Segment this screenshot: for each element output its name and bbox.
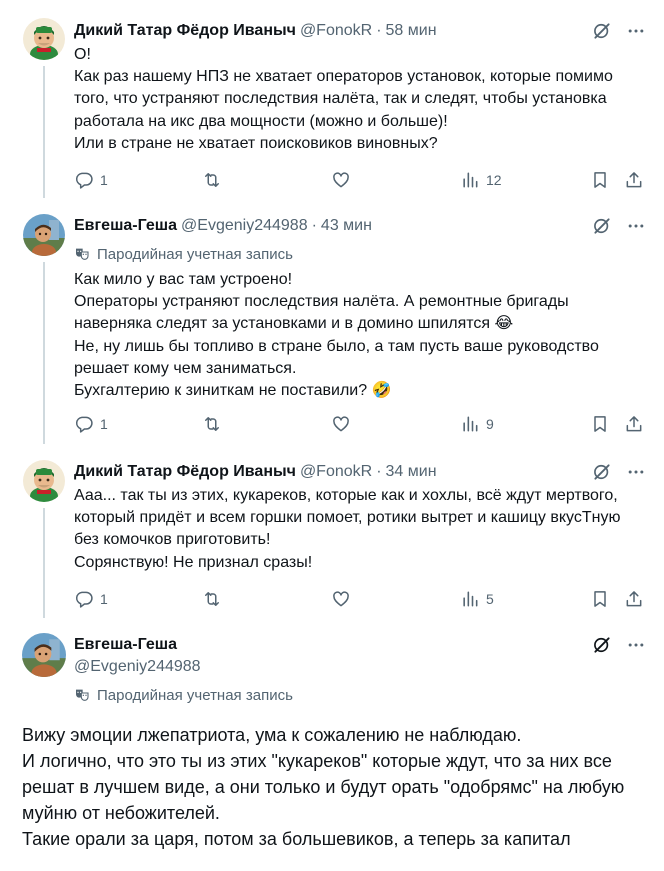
- more-icon[interactable]: [626, 462, 646, 482]
- repost-button[interactable]: [202, 587, 222, 611]
- grok-icon[interactable]: [592, 21, 612, 41]
- view-count: 5: [486, 591, 494, 607]
- post-text: Ааа... так ты из этих, кукареков, которы…: [74, 485, 648, 574]
- post-actions: 1 5: [74, 587, 648, 611]
- like-button[interactable]: [331, 168, 351, 192]
- main-post-header: Евгеша-Геша @Evgeniy244988 Пародийная уч…: [0, 634, 664, 706]
- grok-icon[interactable]: [592, 635, 612, 655]
- author-handle[interactable]: @Evgeniy244988: [74, 658, 201, 676]
- post[interactable]: Евгеша-Геша @Evgeniy244988 · 43 мин Паро…: [0, 215, 664, 402]
- author-handle[interactable]: @FonokR: [300, 22, 372, 40]
- post-time[interactable]: 34 мин: [386, 463, 437, 481]
- post-header: Дикий Татар Фёдор Иваныч @FonokR · 58 ми…: [74, 20, 648, 42]
- post-header: Дикий Татар Фёдор Иваныч @FonokR · 34 ми…: [74, 461, 648, 483]
- post-actions: 1 9: [74, 412, 648, 436]
- reply-button[interactable]: 1: [74, 587, 108, 611]
- parody-badge: Пародийная учетная запись: [74, 243, 648, 265]
- reply-button[interactable]: 1: [74, 412, 108, 436]
- text-line: наверняка следят за установками и в доми…: [74, 315, 514, 333]
- like-button[interactable]: [331, 587, 351, 611]
- more-icon[interactable]: [626, 635, 646, 655]
- parody-badge: Пародийная учетная запись: [74, 684, 648, 706]
- post-time[interactable]: 43 мин: [321, 217, 372, 235]
- author-name[interactable]: Дикий Татар Фёдор Иваныч: [74, 463, 296, 481]
- repost-button[interactable]: [202, 168, 222, 192]
- author-handle[interactable]: @FonokR: [300, 463, 372, 481]
- view-count: 12: [486, 172, 502, 188]
- text-line: Не, ну лишь бы топливо в стране было, а …: [74, 337, 599, 355]
- post-text: Как мило у вас там устроено! Операторы у…: [74, 269, 648, 402]
- author-name[interactable]: Дикий Татар Фёдор Иваныч: [74, 22, 296, 40]
- more-icon[interactable]: [626, 21, 646, 41]
- text-line: И логично, что это ты из этих "кукареков…: [22, 751, 612, 771]
- author-name[interactable]: Евгеша-Геша: [74, 217, 177, 235]
- reply-count: 1: [100, 591, 108, 607]
- reply-button[interactable]: 1: [74, 168, 108, 192]
- text-line: муйню от небожителей.: [22, 803, 220, 823]
- post-actions: 1 12: [74, 168, 648, 192]
- share-button[interactable]: [624, 412, 644, 436]
- parody-label: Пародийная учетная запись: [97, 686, 293, 704]
- post[interactable]: Дикий Татар Фёдор Иваныч @FonokR · 34 ми…: [0, 461, 664, 574]
- bookmark-button[interactable]: [590, 412, 610, 436]
- text-line: Сорянствую! Не признал сразы!: [74, 553, 313, 571]
- text-line: Вижу эмоции лжепатриота, ума к сожалению…: [22, 725, 522, 745]
- separator-dot: ·: [376, 463, 382, 480]
- theater-mask-icon: [74, 687, 90, 703]
- post-text: О! Как раз нашему НПЗ не хватает операто…: [74, 44, 648, 155]
- view-count: 9: [486, 416, 494, 432]
- separator-dot: ·: [311, 217, 317, 234]
- reply-count: 1: [100, 172, 108, 188]
- text-line: Операторы устраняют последствия налёта. …: [74, 293, 569, 311]
- bookmark-button[interactable]: [590, 587, 610, 611]
- text-line: без комочков приготовить!: [74, 531, 271, 549]
- theater-mask-icon: [74, 246, 90, 262]
- handle-row: @Evgeniy244988: [74, 656, 648, 678]
- bookmark-button[interactable]: [590, 168, 610, 192]
- more-icon[interactable]: [626, 216, 646, 236]
- post-header: Евгеша-Геша: [74, 634, 648, 656]
- repost-button[interactable]: [202, 412, 222, 436]
- share-button[interactable]: [624, 587, 644, 611]
- author-name[interactable]: Евгеша-Геша: [74, 636, 177, 654]
- separator-dot: ·: [376, 22, 382, 39]
- like-button[interactable]: [331, 412, 351, 436]
- main-post-text: Вижу эмоции лжепатриота, ума к сожалению…: [22, 722, 648, 852]
- text-line: Как раз нашему НПЗ не хватает операторов…: [74, 68, 613, 86]
- views-button[interactable]: 9: [460, 412, 494, 436]
- views-button[interactable]: 5: [460, 587, 494, 611]
- text-line: работала на икс два мощности (можно и бо…: [74, 112, 448, 130]
- text-line: Такие орали за царя, потом за большевико…: [22, 829, 571, 849]
- text-line: О!: [74, 46, 91, 63]
- post[interactable]: Дикий Татар Фёдор Иваныч @FonokR · 58 ми…: [0, 20, 664, 155]
- reply-count: 1: [100, 416, 108, 432]
- text-line: который придёт и всем горшки помоет, рот…: [74, 509, 621, 527]
- grok-icon[interactable]: [592, 462, 612, 482]
- text-line: решат в лучшем виде, а они только и буду…: [22, 777, 625, 797]
- post-header: Евгеша-Геша @Evgeniy244988 · 43 мин: [74, 215, 648, 237]
- text-line: Ааа... так ты из этих, кукареков, которы…: [74, 487, 618, 504]
- text-line: Бухгалтерию к зиниткам не поставили? 🤣: [74, 382, 392, 400]
- parody-label: Пародийная учетная запись: [97, 245, 293, 263]
- author-handle[interactable]: @Evgeniy244988: [181, 217, 308, 235]
- text-line: того, что устраняют последствия налёта, …: [74, 90, 607, 108]
- text-line: Или в стране не хватает поисковиков вино…: [74, 134, 438, 152]
- text-line: Как мило у вас там устроено!: [74, 271, 293, 288]
- grok-icon[interactable]: [592, 216, 612, 236]
- text-line: решает кому чем заниматься.: [74, 359, 297, 377]
- views-button[interactable]: 12: [460, 168, 502, 192]
- share-button[interactable]: [624, 168, 644, 192]
- post-time[interactable]: 58 мин: [386, 22, 437, 40]
